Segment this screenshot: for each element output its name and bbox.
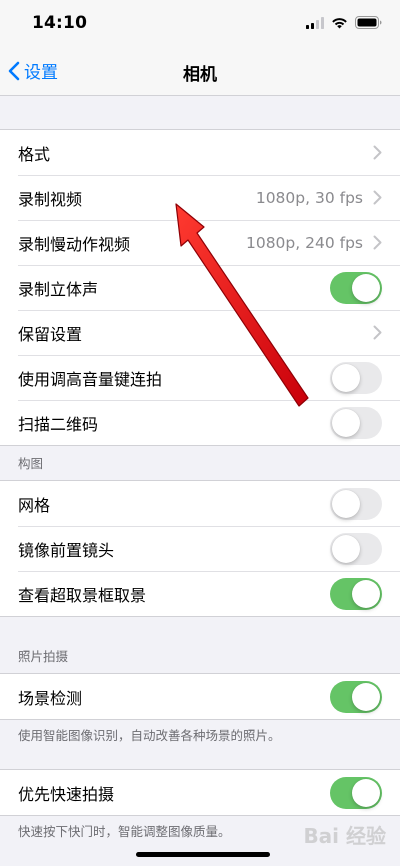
page-title: 相机 <box>183 65 217 85</box>
toggle-knob <box>332 363 360 392</box>
row-value: 1080p, 240 fps <box>245 233 363 252</box>
row-scene-detection: 场景检测 <box>0 674 400 719</box>
mirror-front-toggle[interactable] <box>330 532 382 565</box>
row-format[interactable]: 格式 <box>0 130 400 175</box>
battery-icon <box>355 16 382 29</box>
chevron-right-icon <box>373 235 382 250</box>
prioritize-faster-toggle[interactable] <box>330 776 382 809</box>
toggle-knob <box>352 778 380 807</box>
toggle-knob <box>352 579 380 608</box>
chevron-right-icon <box>373 325 382 340</box>
scan-qr-toggle[interactable] <box>330 406 382 439</box>
settings-content: 格式 录制视频 1080p, 30 fps 录制慢动作视频 1080p, 240… <box>0 96 400 840</box>
row-label: 场景检测 <box>18 688 83 708</box>
cellular-signal-icon <box>306 16 324 29</box>
row-record-slo-mo[interactable]: 录制慢动作视频 1080p, 240 fps <box>0 220 400 265</box>
prioritize-group: 优先快速拍摄 <box>0 769 400 816</box>
section-header-photo-capture: 照片拍摄 <box>18 649 69 664</box>
section-header-composition: 构图 <box>18 456 44 471</box>
status-icons <box>306 16 382 29</box>
view-outside-frame-toggle[interactable] <box>330 577 382 610</box>
row-scan-qr: 扫描二维码 <box>0 400 400 445</box>
toggle-knob <box>352 682 380 711</box>
row-label: 录制慢动作视频 <box>18 234 131 254</box>
home-indicator <box>136 852 270 857</box>
toggle-knob <box>332 489 360 518</box>
status-time: 14:10 <box>32 13 88 33</box>
row-label: 查看超取景框取景 <box>18 585 147 605</box>
row-view-outside-frame: 查看超取景框取景 <box>0 571 400 616</box>
record-stereo-toggle[interactable] <box>330 271 382 304</box>
row-label: 扫描二维码 <box>18 414 99 434</box>
row-label: 录制立体声 <box>18 279 99 299</box>
row-label: 优先快速拍摄 <box>18 784 115 804</box>
row-mirror-front: 镜像前置镜头 <box>0 526 400 571</box>
camera-settings-group: 格式 录制视频 1080p, 30 fps 录制慢动作视频 1080p, 240… <box>0 129 400 446</box>
row-grid: 网格 <box>0 481 400 526</box>
scene-detection-toggle[interactable] <box>330 680 382 713</box>
row-volume-burst: 使用调高音量键连拍 <box>0 355 400 400</box>
row-label: 录制视频 <box>18 189 83 209</box>
grid-toggle[interactable] <box>330 487 382 520</box>
chevron-right-icon <box>373 145 382 160</box>
navigation-bar: 设置 相机 <box>0 46 400 96</box>
row-label: 使用调高音量键连拍 <box>18 369 163 389</box>
row-label: 格式 <box>18 144 51 164</box>
chevron-right-icon <box>373 190 382 205</box>
toggle-knob <box>352 273 380 302</box>
toggle-knob <box>332 408 360 437</box>
row-label: 保留设置 <box>18 324 83 344</box>
volume-burst-toggle[interactable] <box>330 361 382 394</box>
row-record-video[interactable]: 录制视频 1080p, 30 fps <box>0 175 400 220</box>
status-bar: 14:10 <box>0 0 400 46</box>
photo-capture-group: 场景检测 <box>0 673 400 720</box>
composition-group: 网格 镜像前置镜头 查看超取景框取景 <box>0 480 400 617</box>
watermark: Bai 经验 <box>303 824 386 848</box>
scene-detection-footer: 使用智能图像识别，自动改善各种场景的照片。 <box>18 728 281 743</box>
row-value: 1080p, 30 fps <box>255 188 363 207</box>
row-prioritize-faster: 优先快速拍摄 <box>0 770 400 815</box>
row-preserve-settings[interactable]: 保留设置 <box>0 310 400 355</box>
toggle-knob <box>332 534 360 563</box>
row-label: 镜像前置镜头 <box>18 540 115 560</box>
row-record-stereo: 录制立体声 <box>0 265 400 310</box>
row-label: 网格 <box>18 495 51 515</box>
wifi-icon <box>332 17 347 28</box>
